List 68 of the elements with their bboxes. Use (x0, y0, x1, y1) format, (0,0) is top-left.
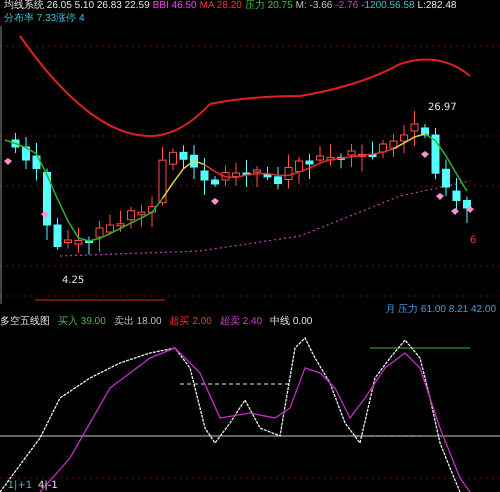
price-label: 4.25 (62, 275, 84, 286)
indicator-value: BBI 46.50 (152, 0, 197, 12)
indicator-value: M: -3.66 (296, 0, 332, 12)
candlestick (337, 152, 345, 169)
legend-label: 超卖 2.40 (220, 316, 262, 328)
candlestick (85, 236, 93, 255)
candlestick (326, 144, 334, 166)
candlestick (158, 146, 166, 206)
candlestick (242, 160, 250, 188)
candlestick (463, 196, 471, 224)
legend-label: 买入 39.00 (58, 316, 106, 328)
candlestick (400, 124, 408, 154)
candlestick (200, 158, 208, 196)
candlestick (64, 230, 72, 249)
candlestick (348, 144, 356, 168)
candlestick (442, 158, 450, 196)
candlestick (148, 196, 156, 228)
candlestick (253, 166, 261, 188)
candlestick (74, 227, 82, 254)
signal-marker (211, 198, 219, 205)
legend-label: 中线 0.00 (270, 316, 312, 328)
legend-label: 超买 2.00 (170, 316, 212, 328)
candlestick (316, 146, 324, 164)
indicator-value: -1200.56.58 (361, 0, 415, 12)
axis-label: -1|+1 (4, 480, 32, 491)
signal-marker (421, 151, 429, 158)
candlestick (116, 210, 124, 232)
candlestick (180, 144, 188, 169)
indicator-value: -2.76 (335, 0, 358, 12)
indicator-value: MA 28.20 (200, 0, 242, 12)
count-label: 6 (470, 235, 476, 246)
candlestick (106, 214, 114, 236)
candlestick (232, 162, 240, 186)
indicator-value: 压力 20.75 (244, 0, 293, 12)
candlestick (295, 156, 303, 184)
candlestick (211, 176, 219, 188)
candlestick (222, 165, 230, 186)
signal-marker (451, 208, 459, 215)
candlestick (284, 154, 292, 189)
candlestick (379, 140, 387, 158)
price-label: 26.97 (428, 102, 457, 113)
candlestick (127, 206, 135, 230)
candlestick (138, 204, 146, 228)
candlestick (368, 141, 376, 160)
candlestick (32, 142, 40, 181)
indicator-value: 分布率 7.33涨停 4 (4, 13, 85, 24)
candlestick (169, 148, 177, 171)
candlestick (410, 110, 418, 146)
candlestick (54, 218, 62, 250)
candlestick (421, 124, 429, 138)
signal-marker (41, 211, 49, 218)
candlestick (12, 132, 20, 154)
indicator-value: L:282.48 (418, 0, 456, 12)
candlestick (306, 154, 314, 180)
legend-label: 卖出 18.00 (114, 316, 162, 328)
candlestick (96, 220, 104, 252)
legend-label: 多空五线图 (0, 316, 50, 328)
candlestick (264, 166, 272, 180)
signal-marker (4, 158, 12, 165)
indicator-value: 月 压力 61.00 8.21 42.00 (385, 304, 496, 315)
candlestick (22, 136, 30, 170)
candlestick (190, 144, 198, 180)
candlestick (432, 128, 440, 180)
candlestick (274, 166, 282, 190)
signal-marker (466, 206, 474, 213)
candlestick (358, 144, 366, 172)
candlestick (390, 134, 398, 158)
signal-marker (436, 193, 444, 200)
